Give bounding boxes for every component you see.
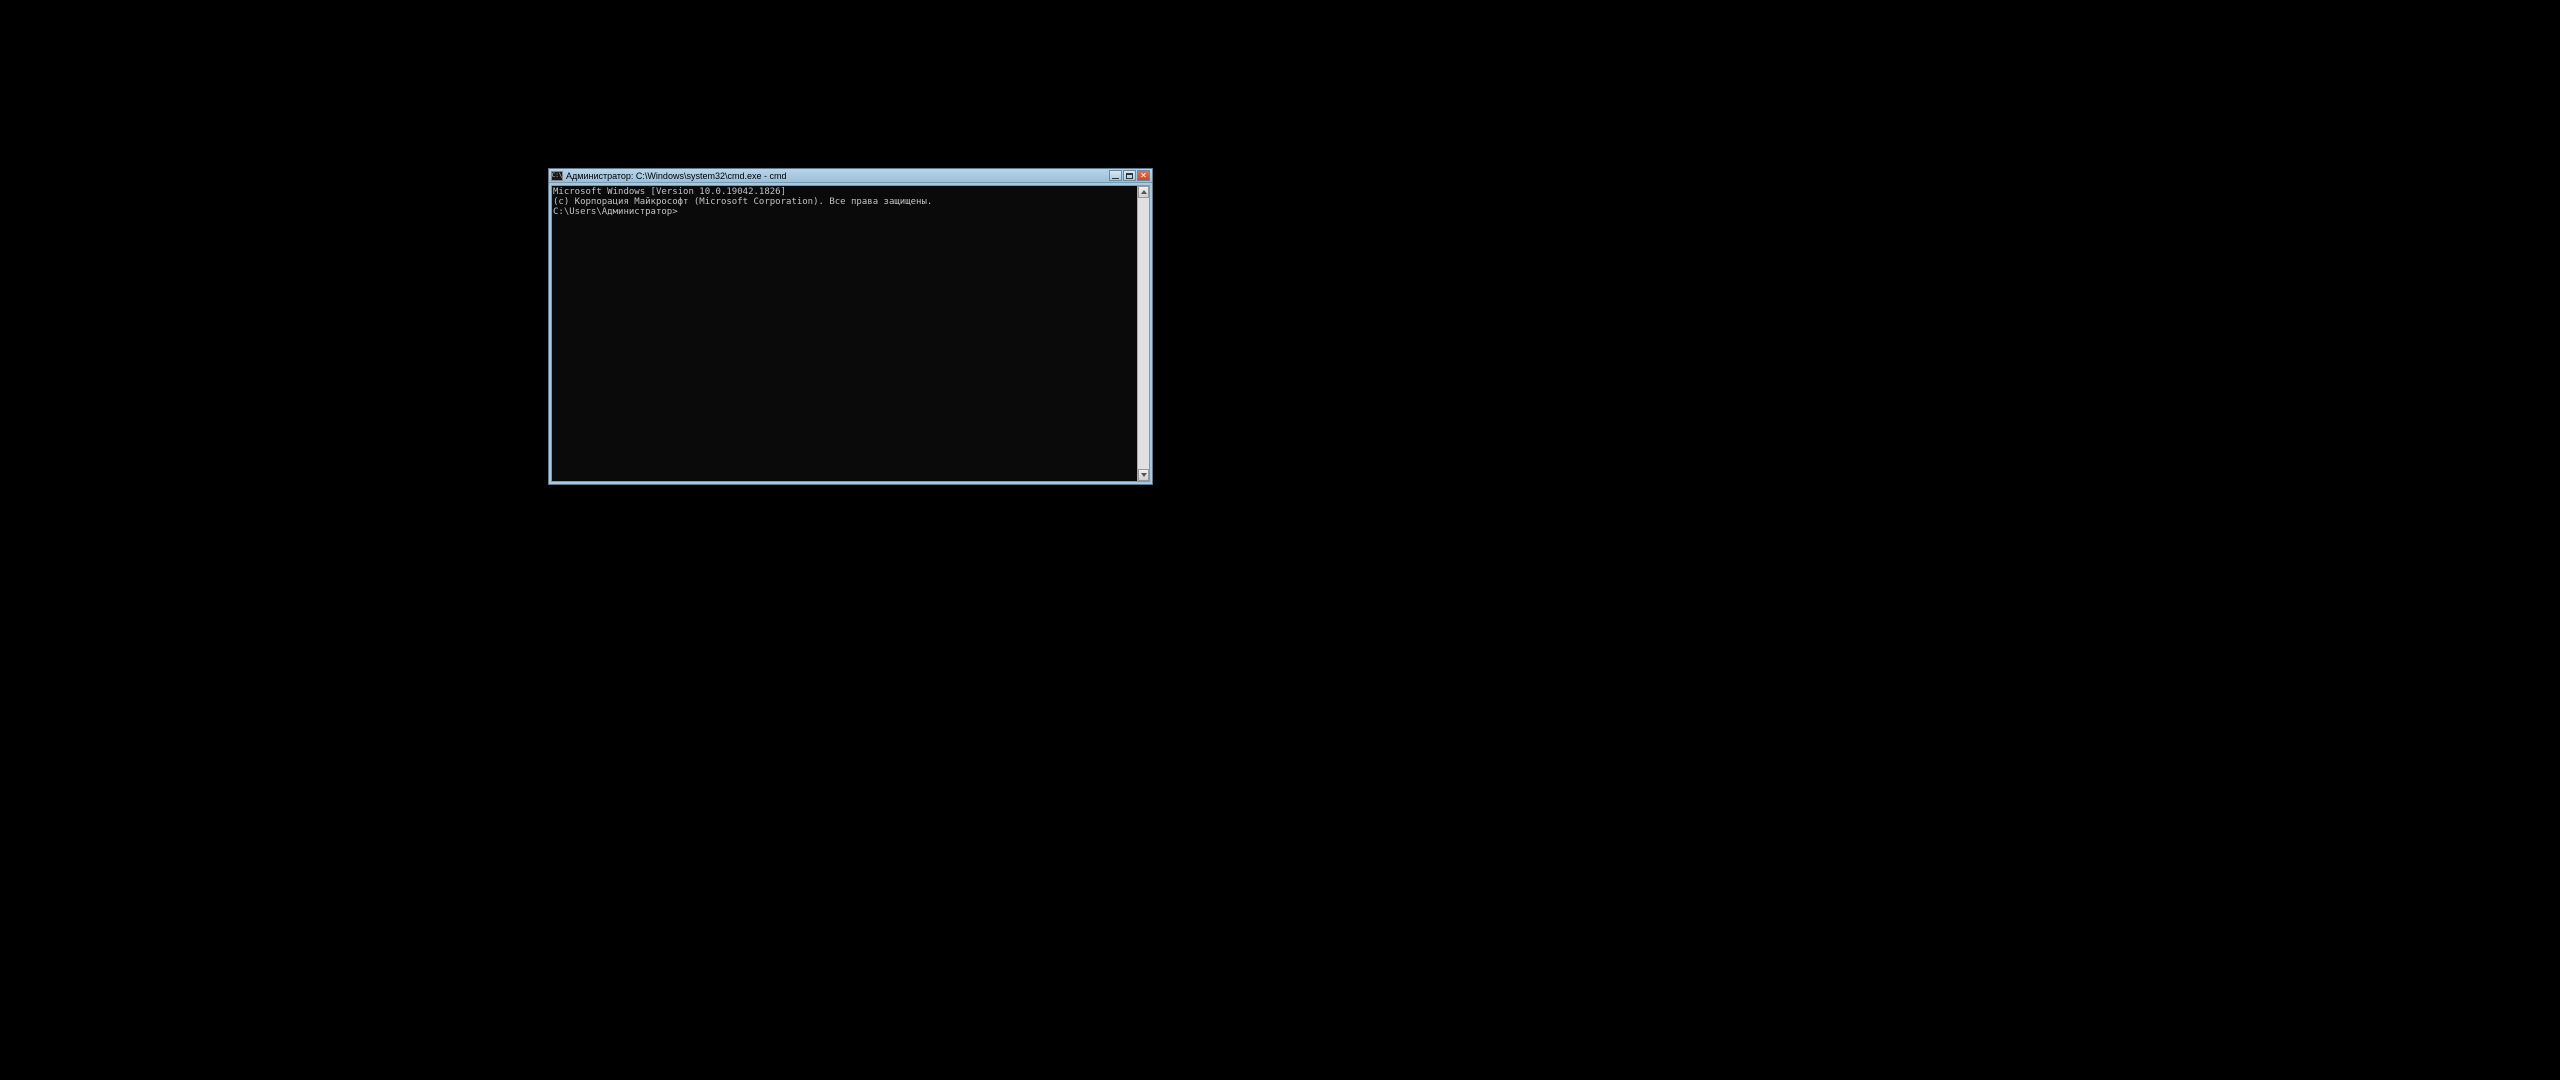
window-controls [1109,170,1150,181]
chevron-down-icon [1141,473,1147,477]
minimize-button[interactable] [1109,170,1122,181]
cmd-icon: C:\ [551,171,563,181]
window-title: Администратор: C:\Windows\system32\cmd.e… [566,170,1109,182]
window-titlebar[interactable]: C:\ Администратор: C:\Windows\system32\c… [549,169,1152,183]
console-output[interactable]: Microsoft Windows [Version 10.0.19042.18… [552,186,1137,481]
close-button[interactable] [1137,170,1150,181]
minimize-icon [1112,178,1119,179]
cmd-window: C:\ Администратор: C:\Windows\system32\c… [548,168,1153,485]
scroll-down-button[interactable] [1138,469,1149,481]
console-prompt-line: C:\Users\Администратор> [553,207,1136,217]
console-prompt: C:\Users\Администратор> [553,207,678,217]
scroll-up-button[interactable] [1138,186,1149,198]
window-client-area: Microsoft Windows [Version 10.0.19042.18… [549,183,1152,484]
console-line-version: Microsoft Windows [Version 10.0.19042.18… [553,187,1136,197]
console-area: Microsoft Windows [Version 10.0.19042.18… [551,185,1150,482]
maximize-icon [1126,173,1133,179]
maximize-button[interactable] [1123,170,1136,181]
close-icon [1140,171,1147,180]
scroll-track[interactable] [1138,198,1149,469]
console-line-copyright: (c) Корпорация Майкрософт (Microsoft Cor… [553,197,1136,207]
chevron-up-icon [1141,190,1147,194]
vertical-scrollbar[interactable] [1137,186,1149,481]
